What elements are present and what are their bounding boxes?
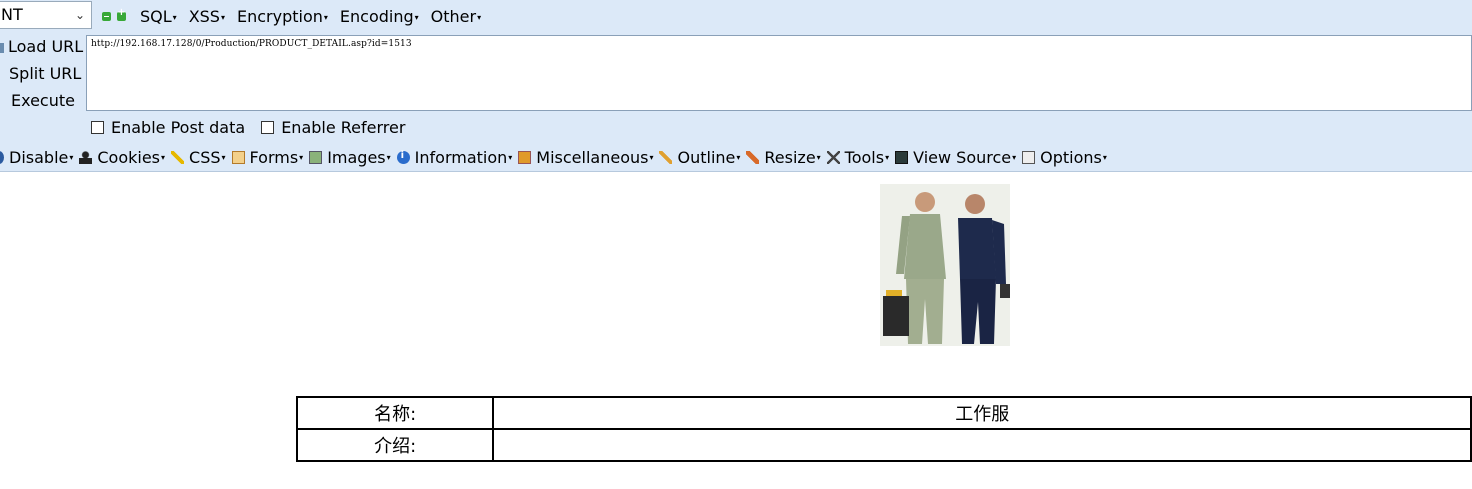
menu-xss[interactable]: XSS▾ — [189, 7, 225, 26]
menu-disable-label: Disable — [9, 147, 69, 167]
load-url-label: Load URL — [8, 37, 84, 56]
dropdown-arrow-icon: ▾ — [885, 152, 890, 162]
menu-tools[interactable]: Tools ▾ — [826, 147, 890, 167]
disable-icon — [0, 150, 4, 164]
dropdown-arrow-icon: ▾ — [816, 152, 821, 162]
menu-encryption-label: Encryption — [236, 6, 323, 26]
menu-tools-label: Tools — [844, 147, 885, 167]
menu-sql-label: SQL — [140, 6, 172, 26]
dropdown-arrow-icon: ▾ — [649, 152, 654, 162]
dropdown-arrow-icon: ▾ — [414, 12, 419, 22]
menu-css-label: CSS — [189, 147, 221, 167]
options-icon — [1022, 150, 1036, 164]
menu-sql[interactable]: SQL▾ — [140, 7, 177, 26]
name-value-cell: 工作服 — [492, 396, 1472, 430]
menu-view-source-label: View Source — [913, 147, 1012, 167]
information-icon — [396, 150, 410, 164]
chevron-down-icon: ⌄ — [74, 8, 85, 22]
tools-icon — [826, 150, 840, 164]
menu-resize[interactable]: Resize ▾ — [746, 147, 821, 167]
menu-xss-label: XSS — [188, 6, 220, 26]
dropdown-arrow-icon: ▾ — [221, 152, 226, 162]
menu-images-label: Images — [327, 147, 386, 167]
plus-icon[interactable] — [117, 7, 126, 21]
enable-referrer-checkbox[interactable]: Enable Referrer — [261, 118, 405, 137]
name-label-cell: 名称: — [295, 396, 495, 430]
enable-referrer-label: Enable Referrer — [281, 118, 406, 137]
menu-options[interactable]: Options ▾ — [1022, 148, 1107, 167]
url-text: http://192.168.17.128/0/Production/PRODU… — [91, 39, 412, 49]
menu-encryption[interactable]: Encryption▾ — [237, 7, 328, 26]
css-icon — [171, 150, 185, 164]
enable-post-data-label: Enable Post data — [111, 118, 246, 137]
menu-options-label: Options — [1040, 147, 1102, 167]
split-url-label: Split URL — [9, 64, 82, 83]
menu-forms-label: Forms — [249, 147, 299, 167]
menu-information-label: Information — [414, 147, 508, 167]
action-buttons: Load URL Split URL Execute — [0, 36, 86, 117]
workwear-photo-icon — [880, 184, 1010, 346]
options-checkboxes: Enable Post data Enable Referrer — [91, 118, 421, 137]
dropdown-arrow-icon: ▾ — [172, 12, 177, 22]
menu-resize-label: Resize — [764, 147, 816, 167]
checkbox-box[interactable] — [91, 121, 104, 134]
menu-information[interactable]: Information▾ — [396, 147, 513, 167]
method-select[interactable]: NT ⌄ — [0, 1, 92, 29]
menu-disable[interactable]: Disable ▾ — [0, 148, 73, 167]
dropdown-arrow-icon: ▾ — [736, 152, 741, 162]
menu-images[interactable]: Images ▾ — [309, 147, 391, 167]
outline-icon — [659, 150, 673, 164]
web-developer-toolbar: Disable▾ Cookies▾ CSS▾ Forms▾ Images▾ In… — [0, 147, 1113, 167]
images-icon — [309, 150, 323, 164]
menu-encoding[interactable]: Encoding▾ — [340, 7, 419, 26]
menu-miscellaneous[interactable]: Miscellaneous ▾ — [518, 148, 653, 167]
cookies-icon — [79, 150, 93, 164]
table-row: 介绍: — [295, 428, 1472, 462]
split-url-button[interactable]: Split URL — [0, 63, 86, 90]
dropdown-arrow-icon: ▾ — [69, 152, 74, 162]
menu-cookies-label: Cookies — [97, 147, 161, 167]
menu-css[interactable]: CSS ▾ — [171, 148, 226, 167]
dropdown-arrow-icon: ▾ — [386, 152, 391, 162]
load-url-icon — [0, 42, 4, 53]
dropdown-arrow-icon: ▾ — [220, 12, 225, 22]
miscellaneous-icon — [518, 150, 532, 164]
resize-icon — [746, 150, 760, 164]
url-textarea[interactable]: http://192.168.17.128/0/Production/PRODU… — [86, 35, 1472, 111]
method-select-value: NT — [1, 5, 23, 24]
intro-label-cell: 介绍: — [295, 428, 495, 462]
product-detail-table: 名称: 工作服 介绍: — [295, 396, 1472, 462]
execute-button[interactable]: Execute — [0, 90, 86, 117]
menu-outline-label: Outline — [677, 147, 736, 167]
minus-icon[interactable] — [102, 11, 111, 21]
menu-encoding-label: Encoding — [339, 6, 414, 26]
table-row: 名称: 工作服 — [295, 396, 1472, 430]
checkbox-box[interactable] — [261, 121, 275, 134]
forms-icon — [231, 150, 245, 164]
intro-value-cell — [492, 428, 1472, 462]
enable-post-data-checkbox[interactable]: Enable Post data — [91, 118, 245, 137]
dropdown-arrow-icon: ▾ — [477, 12, 482, 22]
menu-forms[interactable]: Forms ▾ — [231, 147, 304, 167]
hackbar-toolbar: NT ⌄ SQL▾ XSS▾ Encryption▾ Encoding▾ Oth… — [0, 0, 1472, 172]
view-source-icon — [895, 150, 909, 164]
menu-view-source[interactable]: View Source ▾ — [895, 148, 1016, 167]
menu-other[interactable]: Other▾ — [431, 7, 481, 26]
menu-other-label: Other — [430, 6, 477, 26]
length-controls — [102, 7, 132, 21]
dropdown-arrow-icon: ▾ — [1012, 152, 1017, 162]
dropdown-arrow-icon: ▾ — [299, 152, 304, 162]
load-url-button[interactable]: Load URL — [0, 36, 86, 63]
execute-label: Execute — [11, 91, 75, 110]
dropdown-arrow-icon: ▾ — [323, 12, 328, 22]
dropdown-arrow-icon: ▾ — [508, 152, 513, 162]
dropdown-arrow-icon: ▾ — [161, 152, 166, 162]
dropdown-arrow-icon: ▾ — [1102, 152, 1107, 162]
menu-cookies[interactable]: Cookies ▾ — [79, 148, 165, 167]
top-menu-row: SQL▾ XSS▾ Encryption▾ Encoding▾ Other▾ — [102, 5, 493, 27]
product-image — [880, 184, 1010, 346]
menu-miscellaneous-label: Miscellaneous — [536, 147, 649, 167]
menu-outline[interactable]: Outline ▾ — [659, 148, 740, 167]
